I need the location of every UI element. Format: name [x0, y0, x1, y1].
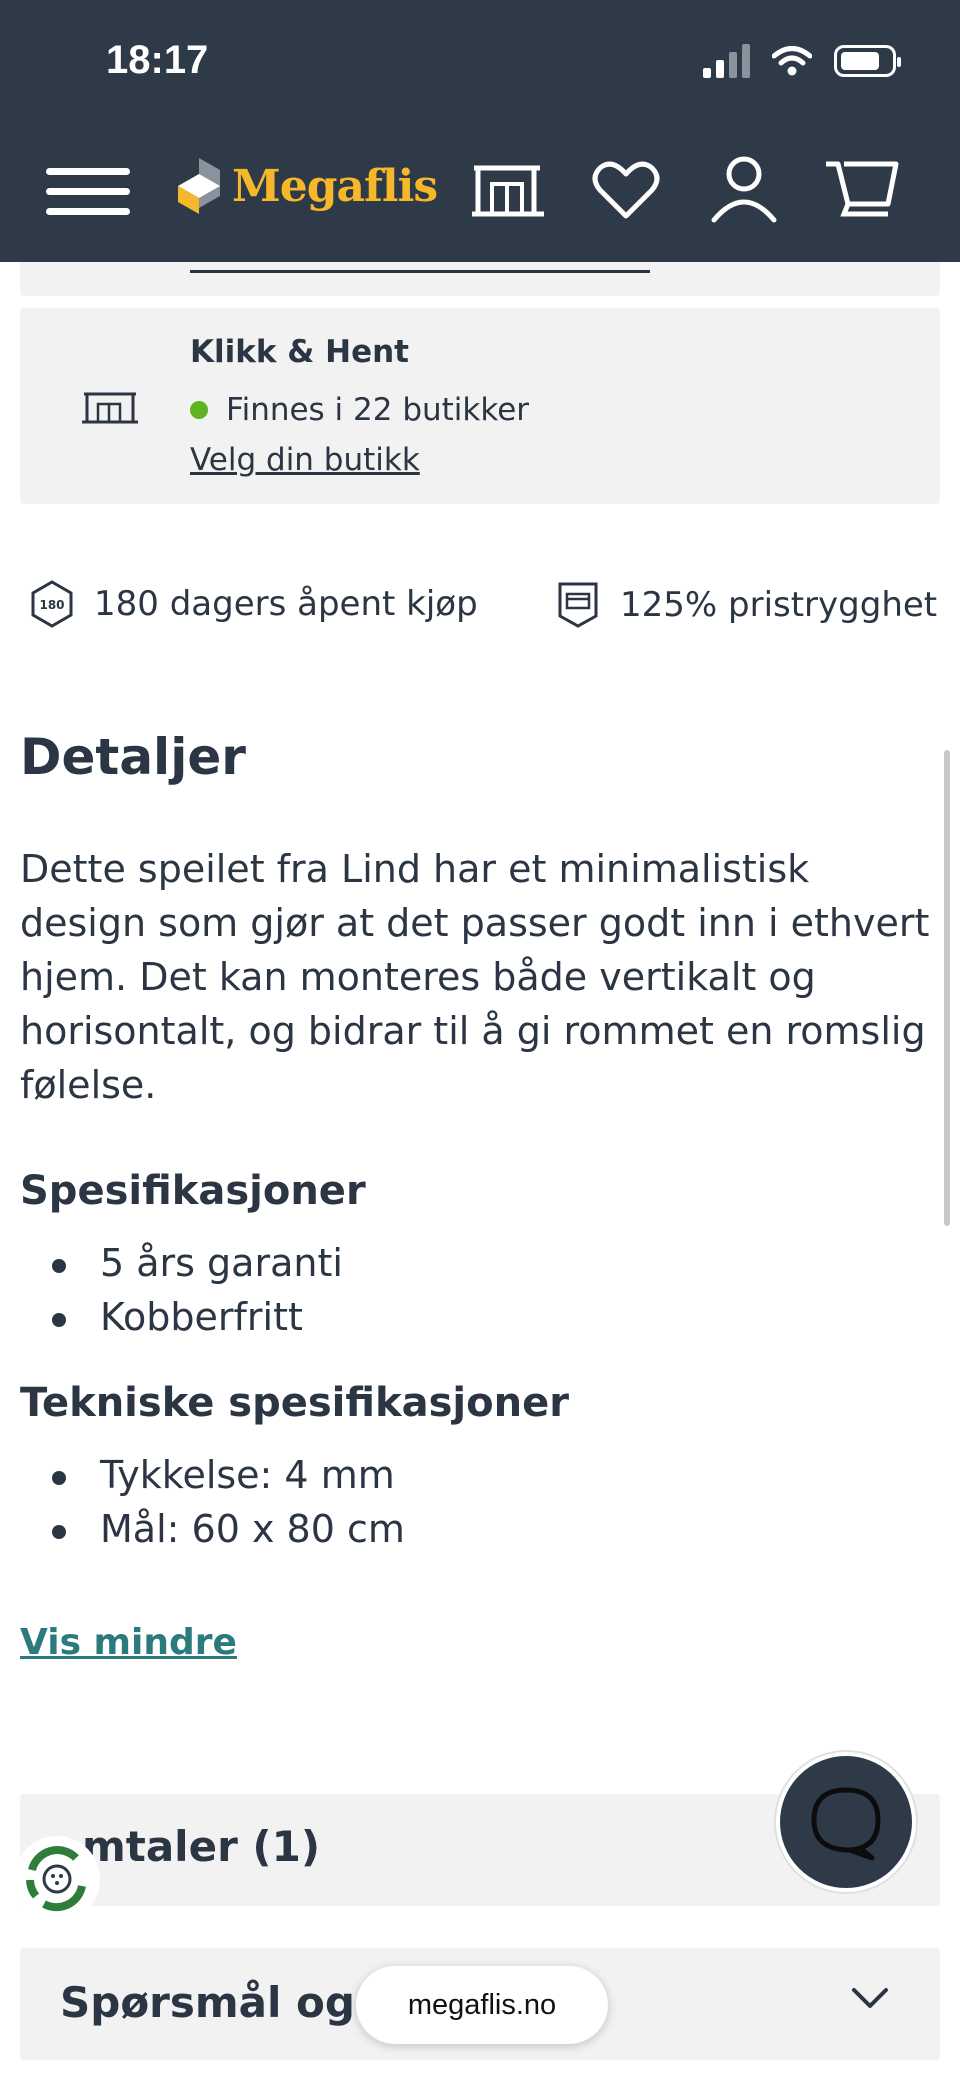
- open-purchase-text: 180 dagers åpent kjøp: [94, 584, 478, 624]
- tech-specs-list: Tykkelse: 4 mm Mål: 60 x 80 cm: [20, 1448, 405, 1556]
- stock-status-text: Finnes i 22 butikker: [226, 392, 530, 428]
- eco-badge[interactable]: [14, 1836, 100, 1922]
- chat-bubble-icon: [811, 1787, 881, 1861]
- browser-url-bar[interactable]: megaflis.no: [356, 1966, 608, 2044]
- price-guarantee-text: 125% pristrygghet: [620, 585, 938, 625]
- details-heading: Detaljer: [20, 728, 246, 786]
- wifi-icon: [772, 46, 812, 76]
- recycle-icon: [26, 1846, 86, 1912]
- click-collect-title: Klikk & Hent: [190, 334, 409, 370]
- list-item: Kobberfritt: [20, 1290, 343, 1344]
- logo-mark-icon: [178, 158, 220, 214]
- main-nav: Megaflis: [0, 150, 960, 230]
- click-collect-card: Klikk & Hent Finnes i 22 butikker Velg d…: [20, 308, 940, 504]
- list-item: 5 års garanti: [20, 1236, 343, 1290]
- open-purchase-badge: 180 180 dagers åpent kjøp: [30, 580, 478, 628]
- list-item: Tykkelse: 4 mm: [20, 1448, 405, 1502]
- in-stock-indicator: [190, 401, 208, 419]
- app-header: 18:17 Megaflis: [0, 0, 960, 262]
- store-icon: [82, 392, 138, 424]
- price-guarantee-icon: [558, 582, 598, 628]
- stock-status: Finnes i 22 butikker: [190, 392, 529, 428]
- specs-list: 5 års garanti Kobberfritt: [20, 1236, 343, 1344]
- heart-icon[interactable]: [586, 150, 666, 230]
- show-less-link[interactable]: Vis mindre: [20, 1622, 237, 1663]
- delivery-link-underline[interactable]: [190, 270, 650, 273]
- cart-icon[interactable]: [822, 150, 902, 230]
- brand-name: Megaflis: [232, 160, 438, 212]
- user-icon[interactable]: [704, 150, 784, 230]
- tech-specs-heading: Tekniske spesifikasjoner: [20, 1380, 569, 1426]
- specs-heading: Spesifikasjoner: [20, 1168, 366, 1214]
- cellular-signal-icon: [703, 44, 750, 78]
- reviews-label: mtaler (1): [82, 1822, 321, 1871]
- choose-store-link[interactable]: Velg din butikk: [190, 442, 420, 478]
- 180-badge-text: 180: [39, 598, 64, 612]
- scrollbar[interactable]: [944, 750, 950, 1226]
- price-guarantee-badge: 125% pristrygghet: [556, 580, 937, 630]
- list-item: Mål: 60 x 80 cm: [20, 1502, 405, 1556]
- status-icons: [703, 44, 901, 78]
- menu-icon[interactable]: [46, 160, 130, 220]
- battery-icon: [834, 45, 901, 77]
- 180-days-icon: 180: [31, 580, 73, 628]
- chevron-down-icon: [852, 1988, 888, 2008]
- status-time: 18:17: [106, 38, 209, 82]
- chat-button[interactable]: [776, 1752, 916, 1892]
- questions-label: Spørsmål og s: [60, 1978, 395, 2027]
- brand-logo[interactable]: Megaflis: [176, 156, 438, 216]
- product-description: Dette speilet fra Lind har et minimalist…: [20, 847, 930, 1107]
- store-icon[interactable]: [468, 150, 548, 230]
